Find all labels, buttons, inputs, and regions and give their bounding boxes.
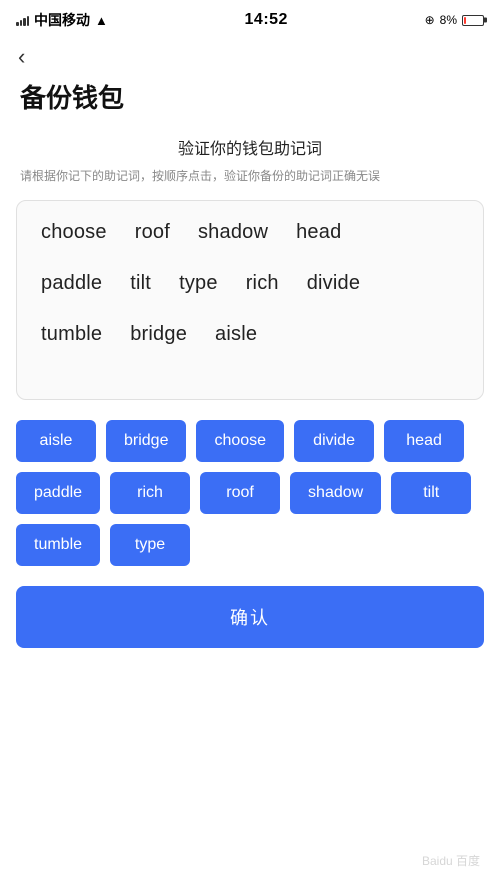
grid-word-rich: rich (246, 272, 279, 295)
grid-word-type: type (179, 272, 218, 295)
grid-word-head: head (296, 221, 341, 244)
word-btn-paddle[interactable]: paddle (16, 472, 100, 514)
word-btn-tumble[interactable]: tumble (16, 524, 100, 566)
battery-icon (462, 15, 484, 26)
grid-word-tumble: tumble (41, 323, 102, 346)
back-button[interactable]: ‹ (18, 44, 48, 70)
subtitle-section: 验证你的钱包助记词 请根据你记下的助记词，按顺序点击，验证你备份的助记词正确无误 (20, 135, 480, 186)
battery-percent: 8% (440, 13, 457, 27)
status-time: 14:52 (245, 11, 288, 29)
grid-word-roof: roof (135, 221, 170, 244)
word-btn-aisle[interactable]: aisle (16, 420, 96, 462)
confirm-section: 确认 (16, 586, 484, 648)
watermark: Baidu 百度 (422, 852, 480, 869)
word-btn-divide[interactable]: divide (294, 420, 374, 462)
grid-word-aisle: aisle (215, 323, 257, 346)
page-title: 备份钱包 (20, 78, 480, 115)
word-btn-choose[interactable]: choose (196, 420, 284, 462)
grid-word-paddle: paddle (41, 272, 102, 295)
word-grid-line-1: choose roof shadow head (41, 221, 459, 244)
word-grid-line-3: tumble bridge aisle (41, 323, 459, 346)
grid-word-shadow: shadow (198, 221, 268, 244)
grid-word-choose: choose (41, 221, 107, 244)
confirm-button[interactable]: 确认 (16, 586, 484, 648)
subtitle-desc: 请根据你记下的助记词，按顺序点击，验证你备份的助记词正确无误 (20, 167, 480, 186)
word-buttons-section: aisle bridge choose divide head paddle r… (16, 420, 484, 566)
signal-icon (16, 14, 29, 26)
word-btn-tilt[interactable]: tilt (391, 472, 471, 514)
word-btn-roof[interactable]: roof (200, 472, 280, 514)
grid-word-bridge: bridge (130, 323, 187, 346)
word-grid-line-2: paddle tilt type rich divide (41, 272, 459, 295)
grid-word-divide: divide (307, 272, 360, 295)
carrier-name: 中国移动 (34, 10, 90, 30)
status-battery: ⊕ 8% (425, 13, 484, 27)
word-btn-bridge[interactable]: bridge (106, 420, 186, 462)
word-grid-box: choose roof shadow head paddle tilt type… (16, 200, 484, 400)
battery-icloud-icon: ⊕ (425, 13, 435, 27)
word-btn-head[interactable]: head (384, 420, 464, 462)
word-btn-type[interactable]: type (110, 524, 190, 566)
grid-word-tilt: tilt (130, 272, 151, 295)
status-bar: 中国移动 ▲ 14:52 ⊕ 8% (0, 0, 500, 36)
subtitle-main: 验证你的钱包助记词 (20, 135, 480, 159)
wifi-icon: ▲ (95, 13, 108, 28)
word-btn-shadow[interactable]: shadow (290, 472, 381, 514)
status-carrier: 中国移动 ▲ (16, 10, 108, 30)
word-btn-rich[interactable]: rich (110, 472, 190, 514)
